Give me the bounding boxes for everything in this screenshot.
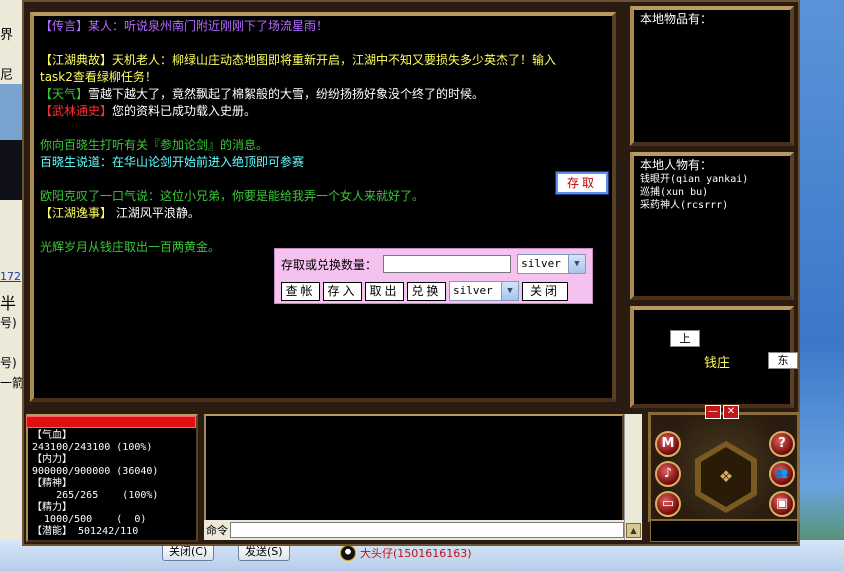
hp-label: 【气血】 [32, 430, 72, 441]
qianneng-line: 【潜能】 501242/110 [32, 526, 192, 538]
game-client-window: 【传言】某人：听说泉州南门附近刚刚下了场流星雨！ 【江湖典故】天机老人：柳绿山庄动… [22, 0, 800, 546]
local-people-panel: 本地人物有： 钱眼开(qian yankai) 巡捕(xun bu) 采药神人(… [630, 152, 794, 300]
chat-channel-tag: 【天气】 [40, 87, 89, 101]
qianneng-label: 【潜能】 [32, 526, 72, 537]
bank-dialog: 存取或兑换数量： silver ▼ 查帐 存入 取出 兑换 silver ▼ 关… [274, 248, 593, 304]
chat-line: task2查看绿柳任务！ [40, 69, 606, 86]
help-icon[interactable]: ? [769, 431, 795, 457]
chat-message-text: 你向百晓生打听有关『参加论剑』的消息。 [40, 138, 269, 152]
qianneng-value: 501242/110 [72, 526, 139, 537]
chat-message-text: 雪越下越大了，竟然飘起了棉絮般的大雪，纷纷扬扬好象没个终了的时候。 [88, 87, 485, 101]
chat-line: 【武林通史】您的资料已成功载入史册。 [40, 103, 606, 120]
minimize-icon[interactable]: — [705, 405, 721, 419]
exchange-currency-select[interactable]: silver ▼ [449, 281, 519, 301]
person-entry[interactable]: 巡捕(xun bu) [640, 186, 784, 199]
jingshen-label: 【精神】 [32, 478, 72, 489]
chat-blank-line [40, 120, 606, 137]
neili-value: 900000/900000 (36040) [32, 466, 159, 477]
exchange-button[interactable]: 兑换 [407, 281, 446, 301]
m-orb-icon[interactable]: M [655, 431, 681, 457]
exit-north-button[interactable]: 上 [670, 330, 700, 347]
message-scrollbar[interactable]: ▲ [624, 414, 642, 540]
chat-line: 百晓生说道：在华山论剑开始前进入绝顶即可参赛 [40, 154, 606, 171]
jingli-label: 【精力】 [32, 502, 72, 513]
exchange-currency-value: silver [453, 284, 493, 297]
hp-bar [26, 416, 196, 428]
close-icon[interactable]: ✕ [723, 405, 739, 419]
bg-panel [0, 84, 22, 140]
bg-text-fragment: 半 [0, 294, 17, 313]
control-info-box [650, 520, 798, 542]
command-label: 命令 [206, 524, 228, 537]
hp-value: 243100/243100 (100%) [32, 442, 153, 453]
bg-link-fragment[interactable]: 172 [0, 270, 21, 283]
amount-label: 存取或兑换数量： [281, 257, 378, 272]
command-input[interactable] [230, 522, 624, 538]
chat-message-text: 天机老人：柳绿山庄动态地图即将重新开启，江湖中不知又要损失多少英杰了！输入 [112, 53, 557, 67]
status-panel: 【气血】 243100/243100 (100%) 【内力】 900000/90… [26, 414, 198, 542]
check-account-button[interactable]: 查帐 [281, 281, 320, 301]
qq-contact-name: 大头仔(1501616163) [360, 547, 472, 560]
jingli-value: 1000/500 ( 0) [32, 514, 147, 525]
chat-blank-line [40, 222, 606, 239]
control-panel: — ✕ M ? ♪ 👥 ▭ ▣ ❖ [648, 405, 800, 522]
chat-output-panel: 【传言】某人：听说泉州南门附近刚刚下了场流星雨！ 【江湖典故】天机老人：柳绿山庄动… [30, 12, 616, 402]
chat-channel-tag: 【江湖典故】 [40, 53, 113, 67]
person-entry[interactable]: 钱眼开(qian yankai) [640, 173, 784, 186]
chat-line: 【传言】某人：听说泉州南门附近刚刚下了场流星雨！ [40, 18, 606, 35]
chat-channel-tag: 【江湖逸事】 [40, 206, 113, 220]
hex-compass-icon[interactable]: ❖ [695, 441, 757, 513]
local-people-title: 本地人物有： [640, 158, 713, 172]
chat-message-text: 某人：听说泉州南门附近刚刚下了场流星雨！ [88, 19, 329, 33]
scroll-up-icon[interactable]: ▲ [626, 523, 641, 538]
chat-blank-line [40, 35, 606, 52]
bg-text-fragment: 号) [0, 316, 17, 330]
command-bar: 命令 [204, 520, 624, 540]
exit-east-button[interactable]: 东 [768, 352, 798, 369]
message-panel [204, 414, 624, 522]
chat-message-text: 百晓生说道：在华山论剑开始前进入绝顶即可参赛 [40, 155, 305, 169]
qq-contact[interactable]: 大头仔(1501616163) [340, 545, 472, 561]
chat-message-text: 光辉岁月从钱庄取出一百两黄金。 [40, 240, 221, 254]
screen-icon[interactable]: ▣ [769, 491, 795, 517]
chat-line: 【江湖典故】天机老人：柳绿山庄动态地图即将重新开启，江湖中不知又要损失多少英杰了… [40, 52, 606, 69]
neili-label: 【内力】 [32, 454, 72, 465]
store-withdraw-button[interactable]: 存取 [556, 172, 608, 194]
map-panel: 上 钱庄 东 [630, 306, 798, 408]
chat-message-text: task2查看绿柳任务！ [40, 70, 157, 84]
chat-message-text: 您的资料已成功载入史册。 [112, 104, 257, 118]
chevron-down-icon[interactable]: ▼ [501, 282, 518, 300]
local-items-panel: 本地物品有： [630, 6, 794, 146]
current-location: 钱庄 [704, 356, 731, 371]
people-icon[interactable]: 👥 [769, 461, 795, 487]
chat-line: 你向百晓生打听有关『参加论剑』的消息。 [40, 137, 606, 154]
bg-text-fragment: 一箭 [0, 376, 25, 390]
deposit-button[interactable]: 存入 [323, 281, 362, 301]
bg-text-fragment: 号) [0, 356, 17, 370]
music-icon[interactable]: ♪ [655, 461, 681, 487]
chat-line: 欧阳克叹了一口气说：这位小兄弟，你要是能给我弄一个女人来就好了。 [40, 188, 606, 205]
chat-blank-line [40, 171, 606, 188]
chat-message-text: 欧阳克叹了一口气说：这位小兄弟，你要是能给我弄一个女人来就好了。 [40, 189, 425, 203]
qq-penguin-icon [340, 545, 356, 561]
chat-line: 【天气】雪越下越大了，竟然飘起了棉絮般的大雪，纷纷扬扬好象没个终了的时候。 [40, 86, 606, 103]
jingshen-value: 265/265 (100%) [32, 490, 159, 501]
control-window-buttons: — ✕ [705, 405, 739, 419]
currency-select[interactable]: silver ▼ [517, 254, 586, 274]
chat-channel-tag: 【传言】 [40, 19, 89, 33]
currency-select-value: silver [521, 257, 561, 270]
bg-text-fragment: 界 [0, 28, 14, 43]
person-entry[interactable]: 采药神人(rcsrrr) [640, 199, 784, 212]
chat-line: 【江湖逸事】 江湖风平浪静。 [40, 205, 606, 222]
withdraw-button[interactable]: 取出 [365, 281, 404, 301]
list-icon[interactable]: ▭ [655, 491, 681, 517]
close-dialog-button[interactable]: 关闭 [522, 281, 568, 301]
chevron-down-icon[interactable]: ▼ [568, 255, 585, 273]
amount-input[interactable] [383, 255, 512, 273]
bg-text-fragment: 尼 [0, 68, 14, 83]
chat-message-text: 江湖风平浪静。 [112, 206, 200, 220]
local-items-title: 本地物品有： [640, 12, 713, 26]
chat-channel-tag: 【武林通史】 [40, 104, 113, 118]
